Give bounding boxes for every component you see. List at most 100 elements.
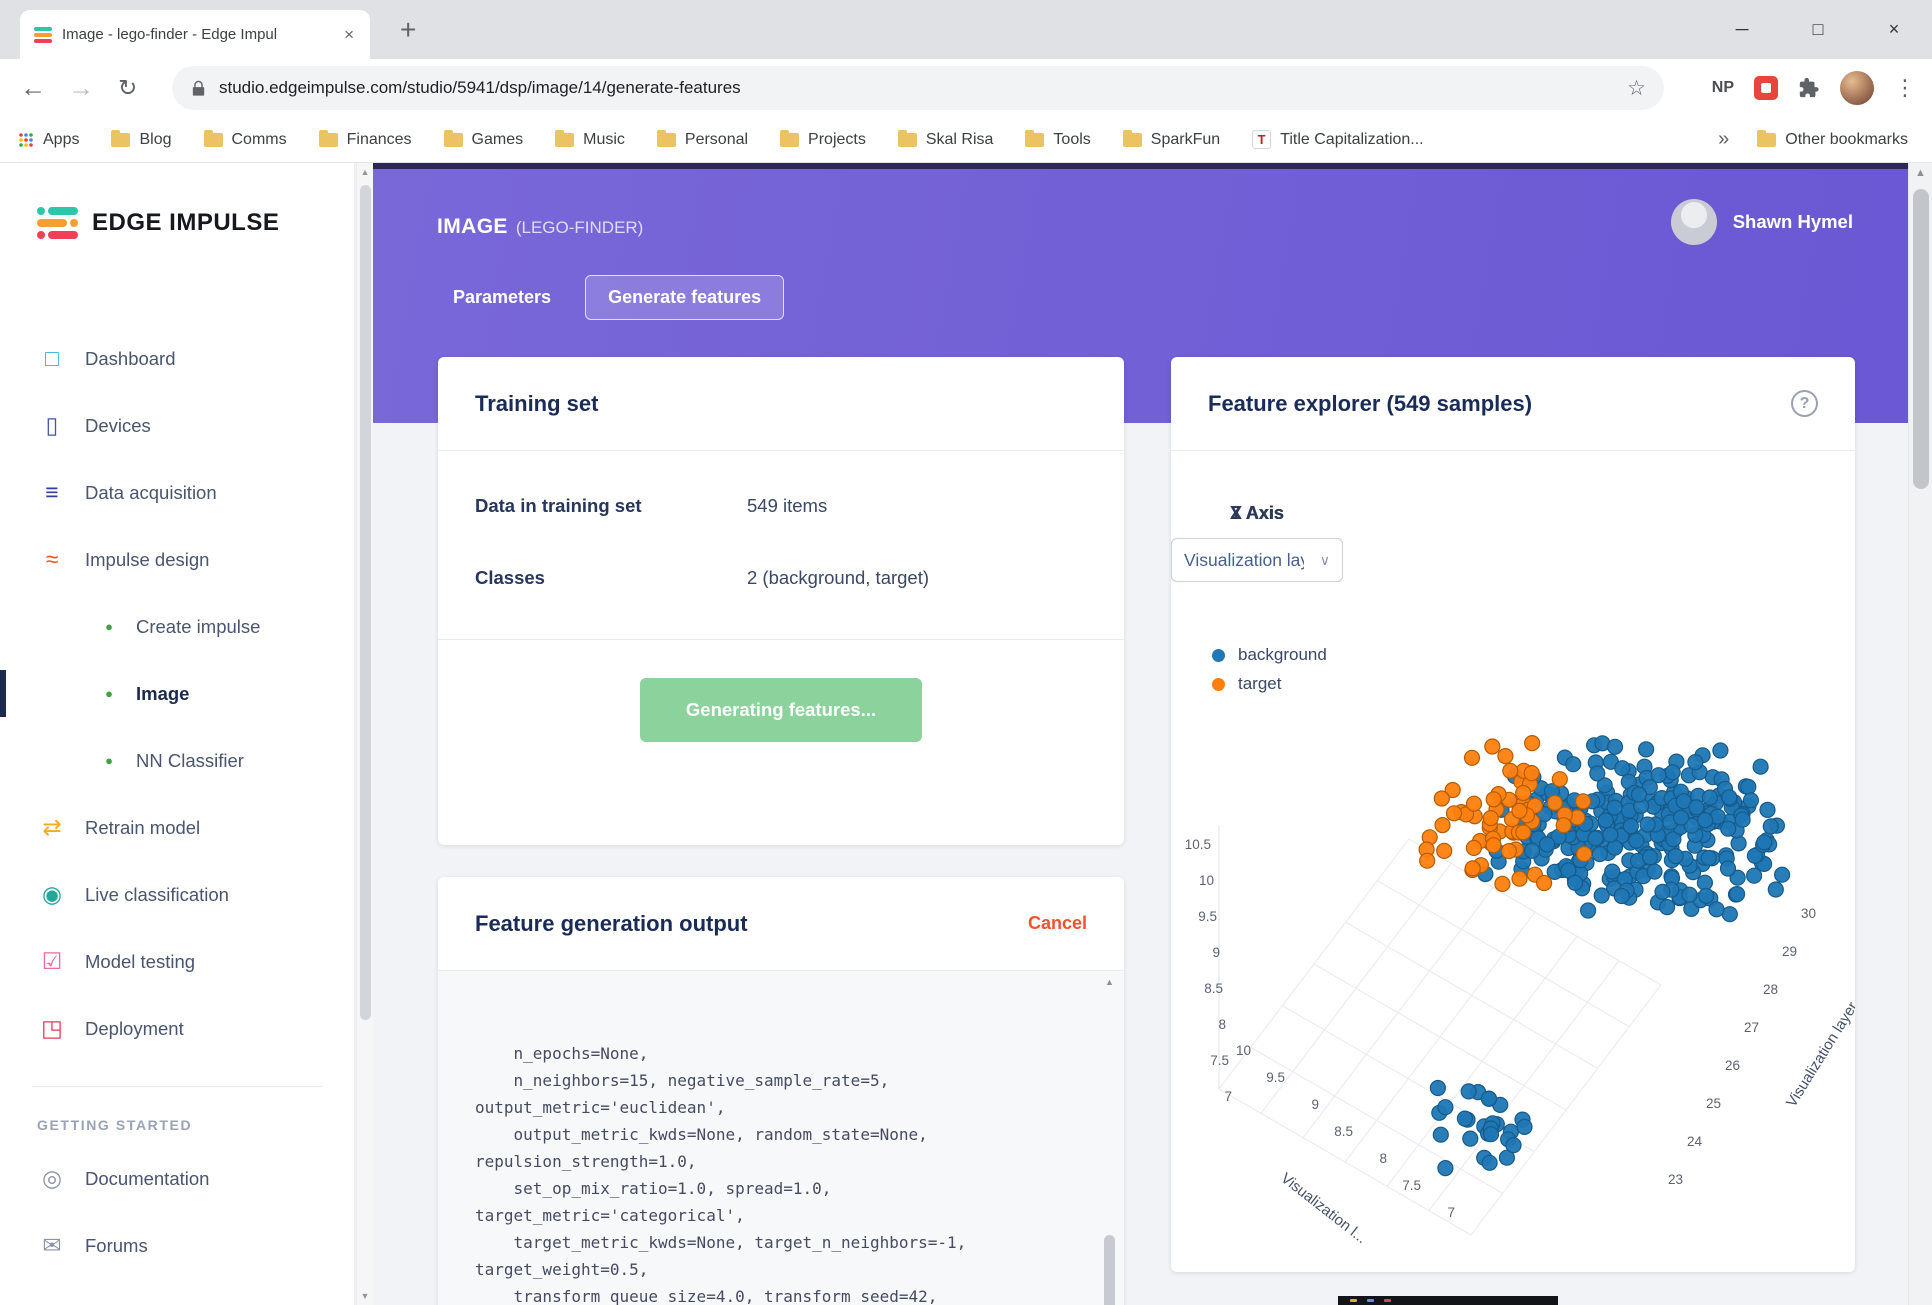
retrain-model-icon: ⇄	[42, 814, 62, 840]
close-button[interactable]: ×	[1856, 0, 1932, 59]
edge-impulse-logo[interactable]: EDGE IMPULSE	[37, 207, 279, 239]
scroll-down-icon[interactable]: ▼	[357, 1291, 373, 1301]
svg-text:9.5: 9.5	[1198, 909, 1217, 924]
browser-menu-icon[interactable]: ⋮	[1894, 75, 1916, 101]
reload-button[interactable]: ↻	[118, 75, 137, 102]
sidebar-item[interactable]: ≈ Impulse design	[0, 526, 354, 593]
np-extension-badge[interactable]: NP	[1712, 79, 1734, 97]
folder-icon	[1122, 129, 1142, 147]
extensions-puzzle-icon[interactable]	[1798, 77, 1820, 99]
training-set-row: Classes 2 (background, target)	[475, 567, 1087, 589]
sidebar-item-label: Image	[136, 682, 190, 704]
feature-explorer-title: Feature explorer (549 samples)	[1208, 390, 1533, 416]
address-bar[interactable]: studio.edgeimpulse.com/studio/5941/dsp/i…	[172, 66, 1664, 110]
row-value: 549 items	[747, 495, 828, 516]
bookmarks-overflow-chevron[interactable]: »	[1718, 128, 1729, 151]
bookmark-folder-item[interactable]: Tools	[1025, 129, 1091, 149]
sidebar-item[interactable]: ⇄ Retrain model	[0, 794, 354, 861]
feature-explorer-plot[interactable]: 10.5 10 9.5 9 8.5 8 7.5 7 10 9.5 9 8.5 8 7.5 7 23 24 25 26…	[1171, 687, 1855, 1267]
sidebar-scrollbar[interactable]: ▲ ▼	[356, 163, 373, 1305]
folder-icon	[897, 129, 917, 147]
live-classification-icon: ◉	[41, 881, 63, 907]
axis-dropdown[interactable]: Visualization layer ∨	[1171, 538, 1343, 582]
folder-icon	[780, 129, 800, 147]
page-title: IMAGE (LEGO-FINDER)	[437, 215, 643, 239]
bookmark-folder-item[interactable]: Personal	[656, 129, 748, 149]
sidebar-item[interactable]: □ Dashboard	[0, 325, 354, 392]
generate-features-button[interactable]: Generating features...	[640, 678, 922, 742]
console-line: target_metric='categorical',	[475, 1206, 745, 1225]
bookmark-folder-item[interactable]: Finances	[318, 129, 412, 149]
deployment-icon: ◳	[41, 1015, 63, 1041]
page-tab[interactable]: Parameters	[453, 276, 551, 319]
sidebar-item[interactable]: ● NN Classifier	[0, 727, 354, 794]
row-label: Data in training set	[475, 495, 642, 516]
bookmark-title-capitalization[interactable]: T Title Capitalization...	[1252, 130, 1424, 149]
tab-close-icon[interactable]: ×	[342, 25, 356, 45]
bookmark-apps[interactable]: Apps	[18, 131, 79, 149]
sidebar-item-label: Impulse design	[85, 548, 210, 570]
bookmark-folder-item[interactable]: Music	[555, 129, 625, 149]
bookmark-folder-item[interactable]: Comms	[203, 129, 287, 149]
extension-icon[interactable]	[1754, 76, 1778, 100]
scrollbar-thumb[interactable]	[360, 185, 371, 1020]
page-title-project: (LEGO-FINDER)	[515, 218, 644, 237]
sidebar-divider	[32, 1086, 322, 1087]
scroll-up-icon[interactable]: ▲	[1909, 167, 1932, 179]
sidebar-item[interactable]: ● Create impulse	[0, 593, 354, 660]
sidebar-item-label: Dashboard	[85, 347, 176, 369]
bookmark-folder-item[interactable]: Projects	[780, 129, 866, 149]
svg-text:9.5: 9.5	[1266, 1070, 1285, 1085]
axis-ticks: 10.5 10 9.5 9 8.5 8 7.5 7 10 9.5 9 8.5 8 7.5 7 23 24 25 26…	[1185, 837, 1855, 1247]
scrollbar-thumb[interactable]	[1913, 189, 1929, 489]
bookmark-folder-item[interactable]: Blog	[111, 129, 172, 149]
scroll-up-icon[interactable]: ▲	[1102, 977, 1117, 987]
page-title-main: IMAGE	[437, 215, 508, 238]
bookmark-star-icon[interactable]: ☆	[1627, 76, 1646, 101]
toolbar-right-cluster: NP ⋮	[1712, 71, 1916, 105]
console-line: output_metric_kwds=None, random_state=No…	[475, 1125, 928, 1144]
scroll-up-icon[interactable]: ▲	[357, 167, 373, 177]
url-text: studio.edgeimpulse.com/studio/5941/dsp/i…	[219, 78, 741, 97]
row-label: Classes	[475, 567, 545, 588]
tab-title: Image - lego-finder - Edge Impul	[62, 26, 278, 43]
maximize-button[interactable]: □	[1780, 0, 1856, 59]
svg-text:30: 30	[1801, 906, 1816, 921]
console-scrollbar[interactable]: ▲	[1102, 975, 1117, 1305]
help-icon[interactable]: ?	[1791, 390, 1818, 417]
data-acquisition-icon: ≡	[45, 479, 59, 505]
other-bookmarks[interactable]: Other bookmarks	[1757, 129, 1908, 149]
svg-text:7.5: 7.5	[1402, 1178, 1421, 1193]
sidebar-item[interactable]: ◉ Live classification	[0, 861, 354, 928]
browser-tab[interactable]: Image - lego-finder - Edge Impul ×	[20, 10, 370, 59]
sidebar-item[interactable]: ◎ Documentation	[0, 1145, 354, 1212]
sidebar-item[interactable]: ● Image	[0, 660, 354, 727]
console-lines: n_epochs=None, n_neighbors=15, negative_…	[438, 971, 1124, 1305]
legend-item[interactable]: background	[1212, 645, 1327, 665]
sidebar-item[interactable]: ✉ Forums	[0, 1212, 354, 1279]
sidebar-item[interactable]: ☑ Model testing	[0, 928, 354, 995]
bookmark-folder-item[interactable]: Skal Risa	[897, 129, 993, 149]
minimize-button[interactable]: ─	[1704, 0, 1780, 59]
sidebar-item[interactable]: ◳ Deployment	[0, 995, 354, 1062]
user-avatar[interactable]	[1670, 199, 1717, 245]
user-menu[interactable]: Shawn Hymel	[1670, 199, 1853, 245]
new-tab-button[interactable]: +	[400, 14, 416, 46]
sidebar-secondary-nav: ◎ Documentation ✉ Forums	[0, 1145, 354, 1279]
back-button[interactable]: ←	[20, 73, 46, 104]
page-tab[interactable]: Generate features	[585, 275, 785, 320]
bookmark-folder-item[interactable]: Games	[443, 129, 523, 149]
sidebar-nav: □ Dashboard ▯ Devices ≡ Data acquisition…	[0, 325, 354, 1062]
console-output[interactable]: n_epochs=None, n_neighbors=15, negative_…	[438, 971, 1124, 1305]
bookmark-folder-item[interactable]: SparkFun	[1122, 129, 1220, 149]
browser-profile-avatar[interactable]	[1840, 71, 1874, 105]
window-scrollbar[interactable]: ▲	[1908, 163, 1932, 1305]
console-line: transform_queue_size=4.0, transform_seed…	[475, 1287, 938, 1305]
sidebar-item-label: NN Classifier	[136, 749, 244, 771]
sidebar-item[interactable]: ▯ Devices	[0, 392, 354, 459]
cancel-link[interactable]: Cancel	[1028, 913, 1087, 934]
sidebar-item[interactable]: ≡ Data acquisition	[0, 459, 354, 526]
scrollbar-thumb[interactable]	[1104, 1235, 1115, 1305]
forward-button[interactable]: →	[68, 73, 94, 104]
output-title: Feature generation output	[475, 910, 748, 936]
